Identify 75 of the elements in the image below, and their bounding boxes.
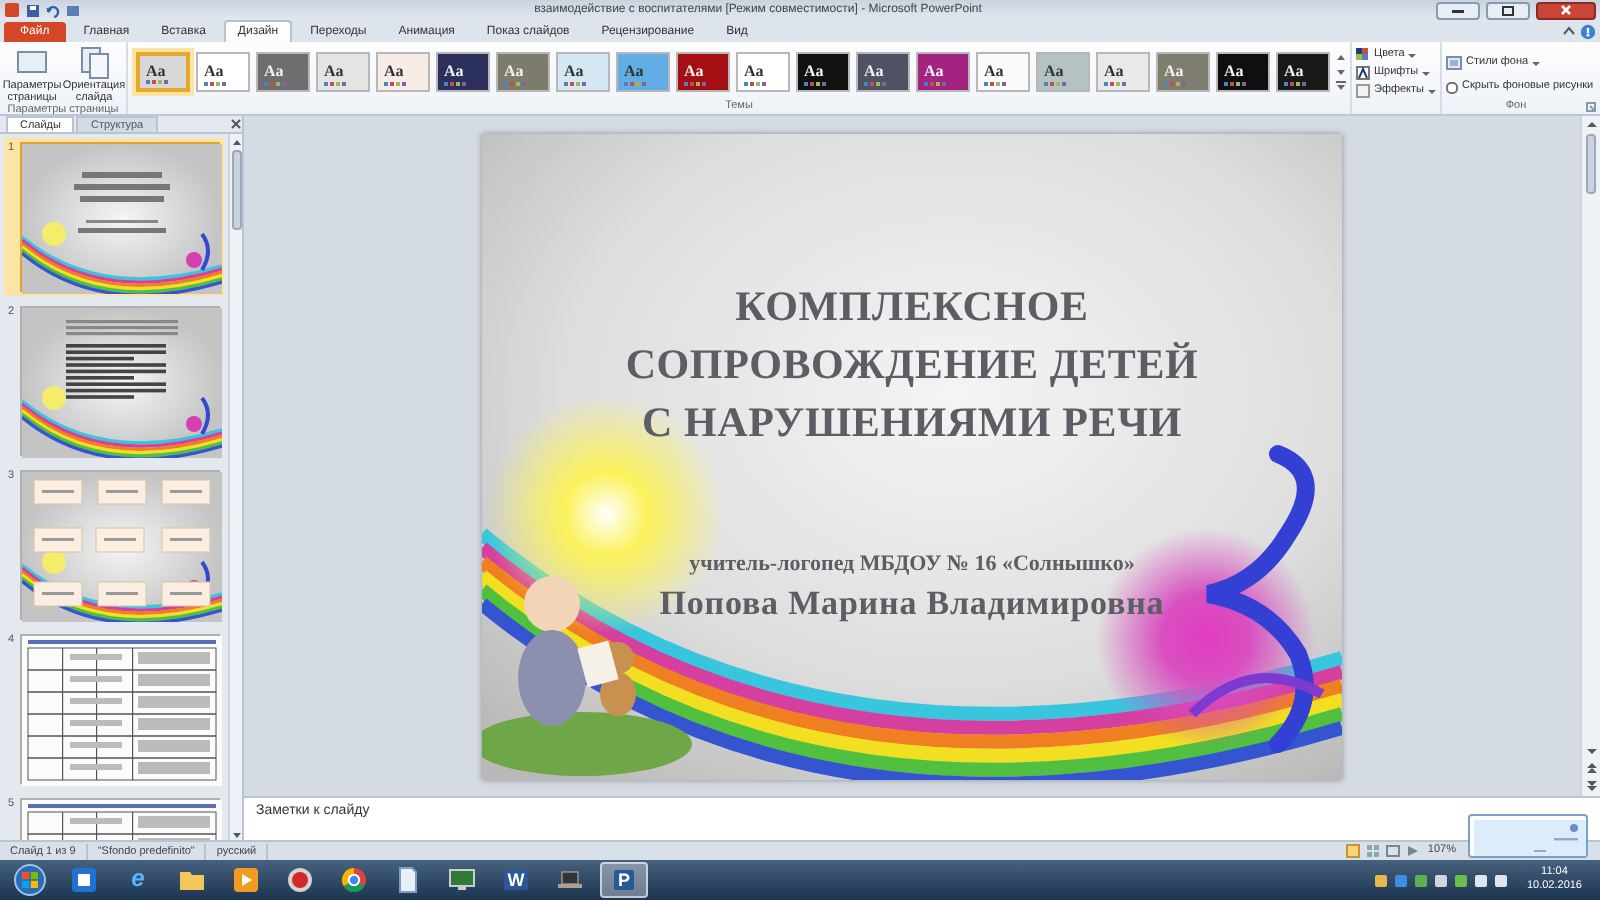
close-icon[interactable] (230, 118, 242, 130)
pages-icon (76, 46, 112, 80)
launcher-icon[interactable] (1585, 102, 1596, 112)
scroll-up-icon[interactable] (231, 138, 241, 146)
play-icon (232, 866, 260, 894)
flag-icon[interactable] (1474, 873, 1489, 887)
theme-thumbnail[interactable]: Aa (376, 52, 430, 92)
caret-icon (1422, 69, 1431, 77)
theme-thumbnail[interactable]: Aa (256, 52, 310, 92)
theme-thumbnail[interactable]: Aa (196, 52, 250, 92)
scrollbar-thumb[interactable] (1586, 134, 1596, 194)
scroll-down-icon[interactable] (1336, 66, 1346, 78)
round-logo-icon (340, 866, 368, 894)
checkbox[interactable] (1446, 81, 1459, 93)
more-icon[interactable] (1336, 80, 1346, 92)
save-icon[interactable] (26, 3, 40, 17)
theme-thumbnail[interactable]: Aa (1216, 52, 1270, 92)
undo-icon[interactable] (46, 3, 60, 17)
caret-icon (1408, 51, 1417, 59)
theme-thumbnail[interactable]: Aa (736, 52, 790, 92)
theme-thumbnail[interactable]: Aa (916, 52, 970, 92)
theme-thumbnail[interactable]: Aa (976, 52, 1030, 92)
scroll-up-icon[interactable] (1336, 52, 1346, 64)
window-icon (70, 866, 98, 894)
slide-thumbnail[interactable] (20, 306, 220, 456)
slide-thumbnail[interactable] (20, 142, 220, 292)
theme-thumbnail[interactable]: Aa (1096, 52, 1150, 92)
laptop-icon (556, 866, 584, 894)
minimize-icon (1452, 6, 1464, 14)
slide-title: КОМПЛЕКСНОЕ СОПРОВОЖДЕНИЕ ДЕТЕЙ С НАРУШЕНИЯМИ РЕЧИ (625, 279, 1199, 449)
maximize-button[interactable] (1486, 1, 1530, 19)
theme-thumbnail[interactable]: Aa (316, 52, 370, 92)
theme-thumbnail[interactable]: Aa (676, 52, 730, 92)
taskbar-button[interactable]: e (114, 862, 162, 898)
background-icon (1446, 56, 1463, 70)
minimize-button[interactable] (1436, 1, 1480, 19)
scrollbar-thumb[interactable] (231, 150, 241, 230)
app-icon[interactable] (4, 2, 20, 18)
reading-view-icon[interactable] (1385, 844, 1400, 858)
monitor-icon (448, 866, 476, 894)
caret-icon (1532, 59, 1541, 67)
effects-icon (1356, 84, 1370, 98)
previous-slide-icon[interactable] (1585, 762, 1597, 774)
bluetooth-icon[interactable] (1394, 873, 1409, 887)
theme-thumbnail[interactable]: Aa (1036, 52, 1090, 92)
font-icon (1356, 66, 1370, 80)
theme-thumbnail[interactable]: Aa (436, 52, 490, 92)
next-slide-icon[interactable] (1585, 780, 1597, 792)
slide-thumbnail[interactable] (20, 634, 220, 784)
tray-icon[interactable] (1374, 873, 1389, 887)
slide-subtitle: учитель-логопед МБДОУ № 16 «Солнышко» (689, 551, 1135, 577)
caret-icon (1428, 87, 1437, 95)
theme-thumbnail[interactable]: Aa (616, 52, 670, 92)
close-icon (1560, 4, 1572, 16)
slide-thumbnail[interactable] (20, 470, 220, 620)
folder-icon (178, 866, 206, 894)
taskbar-button[interactable]: W (492, 862, 540, 898)
theme-thumbnail[interactable]: Aa (856, 52, 910, 92)
theme-thumbnail[interactable]: Aa (1276, 52, 1330, 92)
theme-thumbnail[interactable]: Aa (556, 52, 610, 92)
volume-icon[interactable] (1494, 873, 1509, 887)
windows-logo-icon (14, 864, 46, 896)
close-button[interactable] (1536, 1, 1596, 19)
taskbar-button[interactable]: P (600, 862, 648, 898)
theme-thumbnail[interactable]: Aa (1156, 52, 1210, 92)
collapse-ribbon-icon[interactable] (1562, 24, 1576, 38)
palette-icon (1356, 48, 1370, 62)
scroll-up-icon[interactable] (1585, 120, 1597, 128)
record-icon (286, 866, 314, 894)
theme-thumbnail[interactable]: Aa (136, 52, 190, 92)
document-icon (394, 866, 422, 894)
theme-thumbnail[interactable]: Aa (496, 52, 550, 92)
scroll-down-icon[interactable] (1585, 748, 1597, 756)
maximize-icon (1502, 5, 1514, 15)
theme-thumbnail[interactable]: Aa (796, 52, 850, 92)
